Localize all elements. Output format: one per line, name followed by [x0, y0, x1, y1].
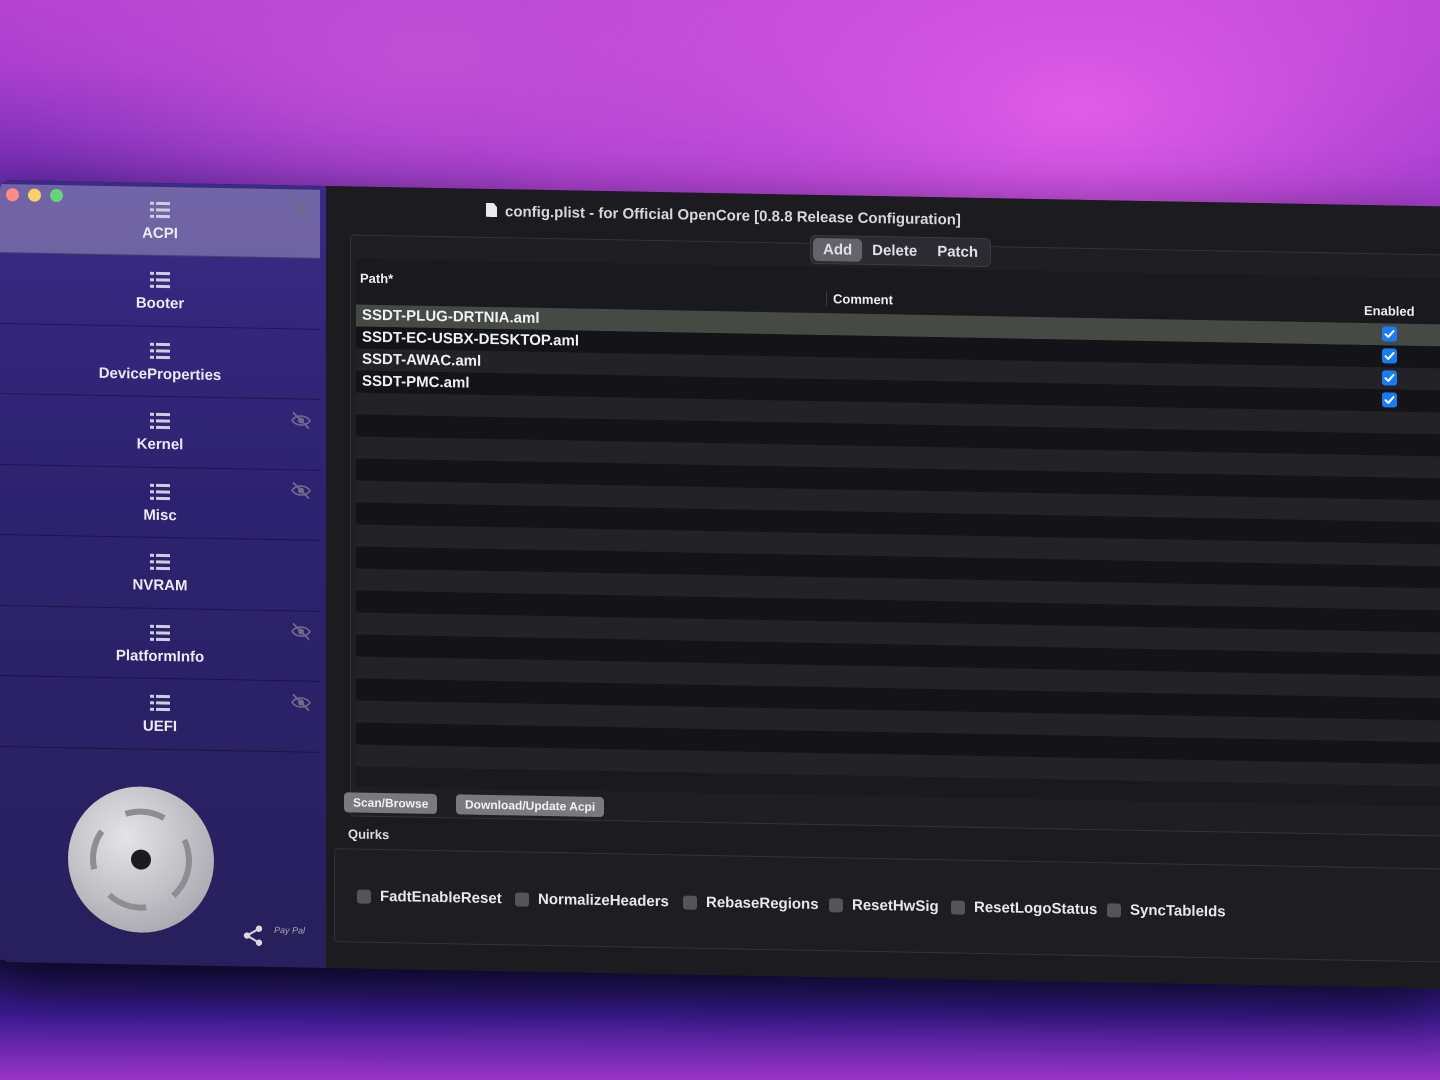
enabled-checkbox[interactable]: [1382, 326, 1397, 342]
sidebar-item-deviceproperties[interactable]: DeviceProperties: [0, 325, 320, 400]
scan-browse-button[interactable]: Scan/Browse: [344, 792, 438, 815]
sidebar-item-misc[interactable]: Misc: [0, 466, 320, 541]
path-cell[interactable]: SSDT-AWAC.aml: [362, 351, 481, 370]
checkbox[interactable]: [357, 889, 371, 904]
enabled-checkbox[interactable]: [1382, 348, 1397, 364]
list-icon: [150, 341, 170, 359]
sidebar-item-label: PlatformInfo: [115, 646, 205, 666]
list-icon: [150, 553, 170, 571]
quirk-label: ResetHwSig: [852, 896, 939, 916]
eye-slash-icon[interactable]: [290, 691, 312, 713]
checkbox[interactable]: [1107, 902, 1121, 918]
document-icon: [486, 203, 497, 217]
share-icon[interactable]: [242, 924, 264, 946]
checkbox[interactable]: [683, 895, 697, 910]
sidebar-item-label: Booter: [135, 294, 185, 313]
paypal-link[interactable]: Pay Pal: [274, 925, 305, 936]
quirks-group: FadtEnableReset NormalizeHeaders RebaseReg…: [334, 848, 1440, 963]
quirk-fadtenablereset[interactable]: FadtEnableReset: [357, 887, 502, 908]
quirk-normalizeheaders[interactable]: NormalizeHeaders: [515, 890, 669, 910]
list-icon: [150, 271, 170, 289]
quirk-label: ResetLogoStatus: [974, 898, 1098, 919]
column-header-enabled[interactable]: Enabled: [1364, 303, 1415, 319]
quirk-label: SyncTableIds: [1130, 901, 1226, 921]
quirk-synctableids[interactable]: SyncTableIds: [1107, 901, 1226, 920]
sidebar-item-label: Misc: [143, 506, 177, 524]
sidebar-item-acpi[interactable]: ACPI: [0, 184, 320, 259]
checkbox[interactable]: [951, 899, 965, 915]
sidebar-item-label: Kernel: [136, 435, 184, 454]
list-icon: [150, 200, 170, 218]
list-icon: [150, 482, 170, 500]
sidebar-item-platforminfo[interactable]: PlatformInfo: [0, 607, 320, 682]
segmented-tabs: Add Delete Patch: [810, 234, 992, 268]
quirk-label: NormalizeHeaders: [538, 890, 669, 911]
quirk-label: FadtEnableReset: [380, 887, 502, 908]
checkbox[interactable]: [829, 897, 843, 912]
acpi-table: Path* Comment Enabled SSDT-PLUG-DRTNIA.a…: [356, 258, 1440, 807]
window-title: config.plist - for Official OpenCore [0.…: [486, 203, 1186, 233]
quirk-label: RebaseRegions: [706, 893, 819, 914]
sidebar-item-label: UEFI: [142, 717, 178, 736]
sidebar-item-nvram[interactable]: NVRAM: [0, 536, 320, 612]
column-header-path[interactable]: Path*: [360, 271, 393, 287]
table-body: SSDT-PLUG-DRTNIA.aml SSDT-EC-USBX-DESKTOP…: [356, 304, 1440, 787]
opencore-disc-logo: [66, 783, 216, 936]
sidebar: ACPI Booter DeviceProperties Kernel Misc NVRA…: [0, 180, 327, 968]
quirk-resetlogostatus[interactable]: ResetLogoStatus: [951, 898, 1097, 918]
list-icon: [150, 623, 170, 641]
quirks-label: Quirks: [348, 826, 390, 843]
eye-slash-icon[interactable]: [290, 197, 312, 219]
app-window: ACPI Booter DeviceProperties Kernel Misc NVRA…: [0, 180, 1440, 989]
tab-patch[interactable]: Patch: [927, 240, 988, 264]
sidebar-item-label: DeviceProperties: [98, 364, 222, 384]
sidebar-item-booter[interactable]: Booter: [0, 254, 320, 330]
sidebar-item-label: ACPI: [142, 224, 178, 242]
eye-slash-icon[interactable]: [290, 620, 312, 642]
eye-slash-icon[interactable]: [290, 479, 312, 501]
sidebar-item-kernel[interactable]: Kernel: [0, 395, 320, 471]
quirk-rebaseregions[interactable]: RebaseRegions: [683, 894, 819, 913]
main-content: config.plist - for Official OpenCore [0.…: [326, 185, 1440, 989]
quirk-resethwsig[interactable]: ResetHwSig: [829, 896, 939, 915]
sidebar-item-label: NVRAM: [132, 576, 188, 595]
path-cell[interactable]: SSDT-EC-USBX-DESKTOP.aml: [362, 329, 579, 350]
eye-slash-icon[interactable]: [290, 409, 312, 431]
enabled-checkbox[interactable]: [1382, 392, 1397, 408]
list-icon: [150, 412, 170, 430]
list-icon: [150, 694, 170, 712]
path-cell[interactable]: SSDT-PLUG-DRTNIA.aml: [362, 307, 540, 327]
tab-add[interactable]: Add: [813, 237, 863, 262]
enabled-checkbox[interactable]: [1382, 370, 1397, 386]
sidebar-item-uefi[interactable]: UEFI: [0, 677, 320, 753]
window-title-text: config.plist - for Official OpenCore [0.…: [505, 203, 961, 229]
checkbox[interactable]: [515, 891, 529, 907]
tab-delete[interactable]: Delete: [862, 239, 927, 263]
download-update-acpi-button[interactable]: Download/Update Acpi: [456, 794, 605, 818]
path-cell[interactable]: SSDT-PMC.aml: [362, 373, 470, 392]
column-header-comment[interactable]: Comment: [826, 291, 893, 308]
